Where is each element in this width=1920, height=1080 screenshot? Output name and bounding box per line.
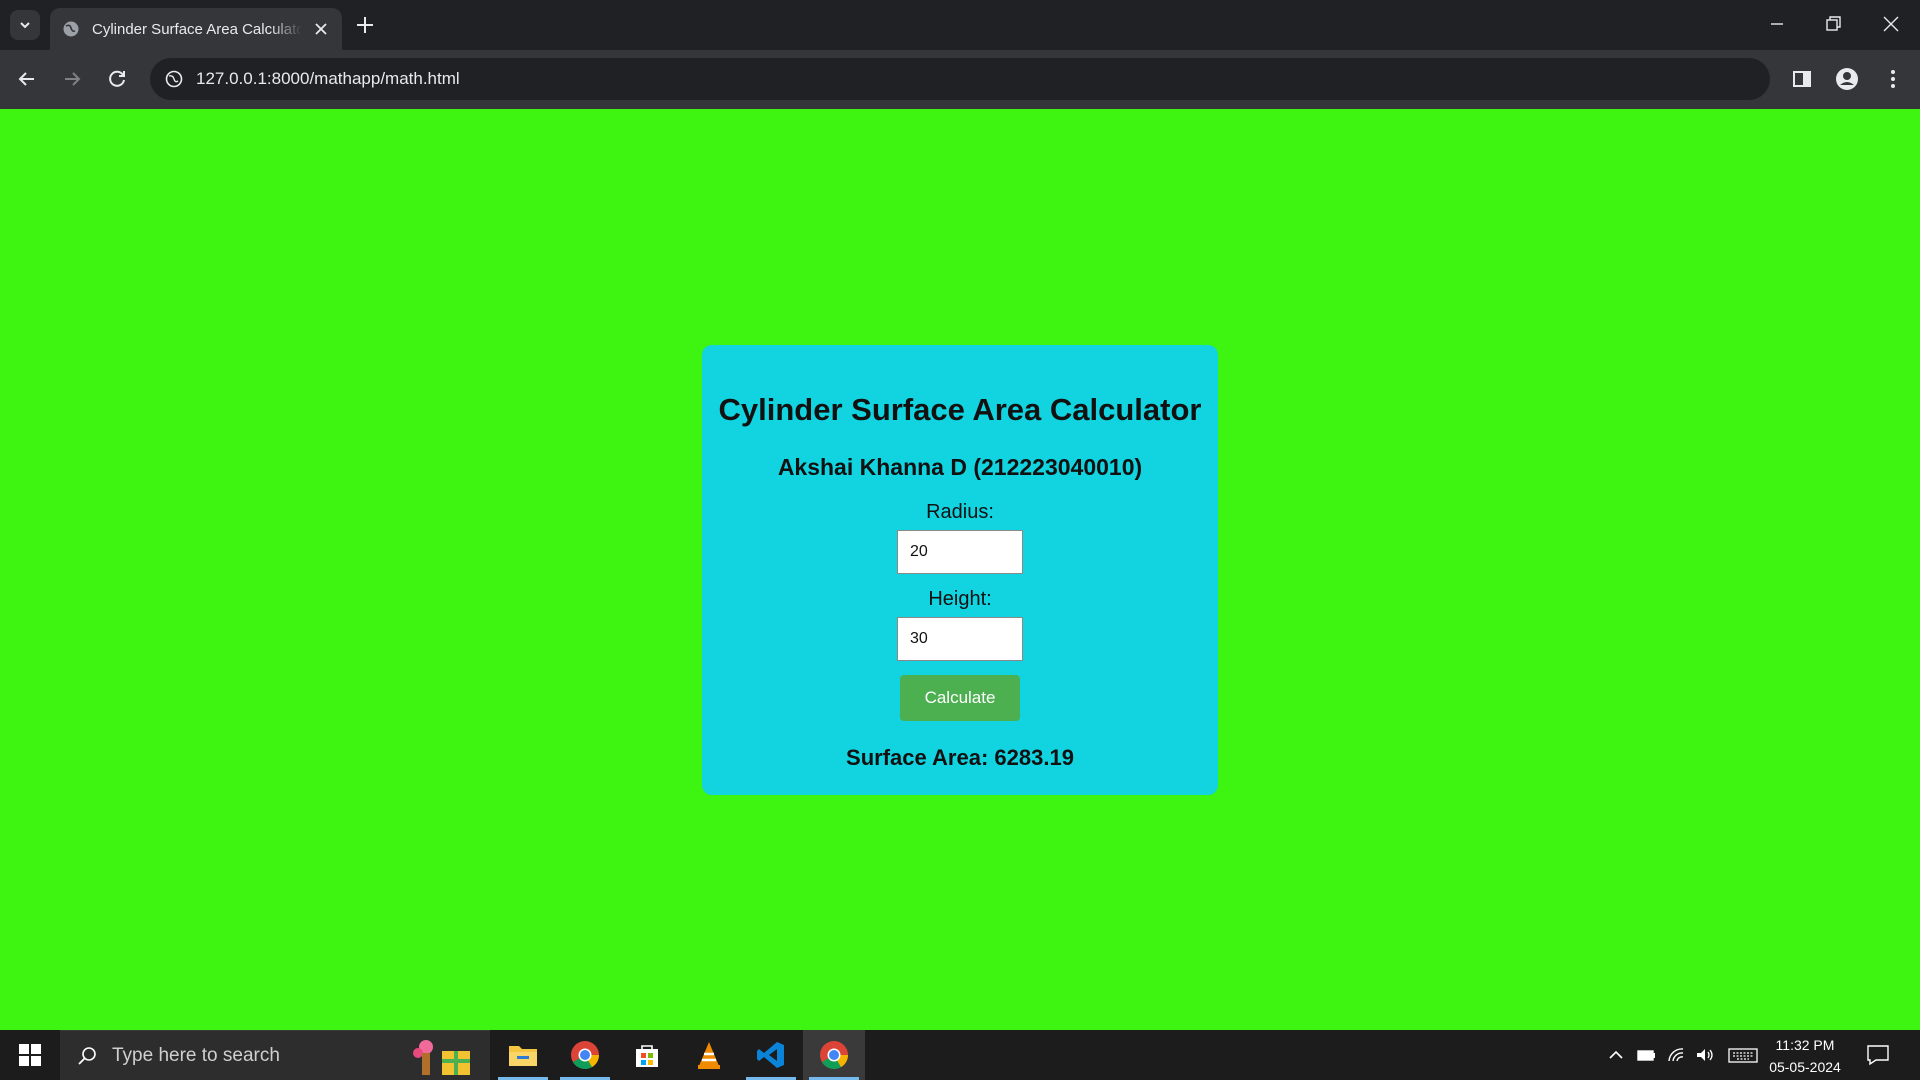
profile-icon[interactable] <box>1834 66 1860 92</box>
start-button[interactable] <box>0 1030 60 1080</box>
url-text: 127.0.0.1:8000/mathapp/math.html <box>196 69 460 88</box>
vlc-icon <box>698 1042 720 1069</box>
minimize-icon[interactable] <box>1765 12 1789 36</box>
vscode-icon <box>757 1042 784 1068</box>
file-explorer-icon <box>509 1046 537 1066</box>
surface-area-result: Surface Area: 6283.19 <box>846 745 1074 770</box>
page-viewport: Cylinder Surface Area Calculator Akshai … <box>0 109 1920 1030</box>
gift-flowers-icon <box>413 1040 470 1075</box>
system-clock[interactable]: 11:32 PM 05-05-2024 <box>1760 1034 1850 1078</box>
taskbar-app-chrome-active[interactable] <box>803 1030 865 1080</box>
keyboard-icon[interactable] <box>1728 1045 1758 1065</box>
windows-logo-icon <box>19 1044 41 1066</box>
radius-label: Radius: <box>926 501 994 523</box>
taskbar-app-store[interactable] <box>616 1030 678 1080</box>
new-tab-icon[interactable] <box>354 14 376 36</box>
calculate-button[interactable]: Calculate <box>900 675 1020 721</box>
height-input[interactable] <box>897 617 1023 661</box>
taskbar-app-vscode[interactable] <box>740 1030 802 1080</box>
back-arrow-icon[interactable] <box>14 66 40 92</box>
notification-icon[interactable] <box>1866 1044 1890 1066</box>
tab-title: Cylinder Surface Area Calculator <box>92 20 302 38</box>
height-label: Height: <box>928 588 992 610</box>
clock-time: 11:32 PM <box>1775 1037 1835 1053</box>
restore-icon[interactable] <box>1821 12 1845 36</box>
author-name: Akshai Khanna D (212223040010) <box>777 454 1143 480</box>
chevron-down-icon <box>20 22 30 29</box>
chrome-icon <box>820 1041 848 1069</box>
radius-input[interactable] <box>897 530 1023 574</box>
taskbar-app-vlc[interactable] <box>678 1030 740 1080</box>
page-title: Cylinder Surface Area Calculator <box>718 392 1202 427</box>
chevron-up-icon[interactable] <box>1606 1045 1626 1065</box>
search-icon <box>78 1046 96 1065</box>
tab-search-button[interactable] <box>10 10 40 40</box>
tab-strip: Cylinder Surface Area Calculator <box>0 0 1920 50</box>
reload-icon[interactable] <box>104 66 130 92</box>
calculator-card: Cylinder Surface Area Calculator Akshai … <box>702 345 1218 795</box>
close-window-icon[interactable] <box>1879 12 1903 36</box>
wifi-icon[interactable] <box>1666 1045 1686 1065</box>
taskbar: Type here to search 11:32 PM 05-05-2024 <box>0 1030 1920 1080</box>
more-menu-icon[interactable] <box>1880 66 1906 92</box>
browser-toolbar: 127.0.0.1:8000/mathapp/math.html <box>0 50 1920 109</box>
battery-icon[interactable] <box>1636 1045 1656 1065</box>
chrome-icon <box>571 1041 599 1069</box>
close-tab-icon[interactable] <box>312 20 330 38</box>
microsoft-store-icon <box>636 1045 658 1067</box>
address-bar[interactable]: 127.0.0.1:8000/mathapp/math.html <box>150 58 1770 100</box>
site-info-icon[interactable] <box>164 69 184 89</box>
taskbar-app-chrome[interactable] <box>554 1030 616 1080</box>
taskbar-search[interactable]: Type here to search <box>60 1030 490 1080</box>
search-placeholder: Type here to search <box>112 1044 280 1066</box>
forward-arrow-icon[interactable] <box>59 66 85 92</box>
browser-tab[interactable]: Cylinder Surface Area Calculator <box>50 8 342 50</box>
globe-icon <box>63 21 79 37</box>
taskbar-app-file-explorer[interactable] <box>492 1030 554 1080</box>
side-panel-icon[interactable] <box>1789 66 1815 92</box>
volume-icon[interactable] <box>1695 1045 1715 1065</box>
clock-date: 05-05-2024 <box>1769 1059 1841 1075</box>
